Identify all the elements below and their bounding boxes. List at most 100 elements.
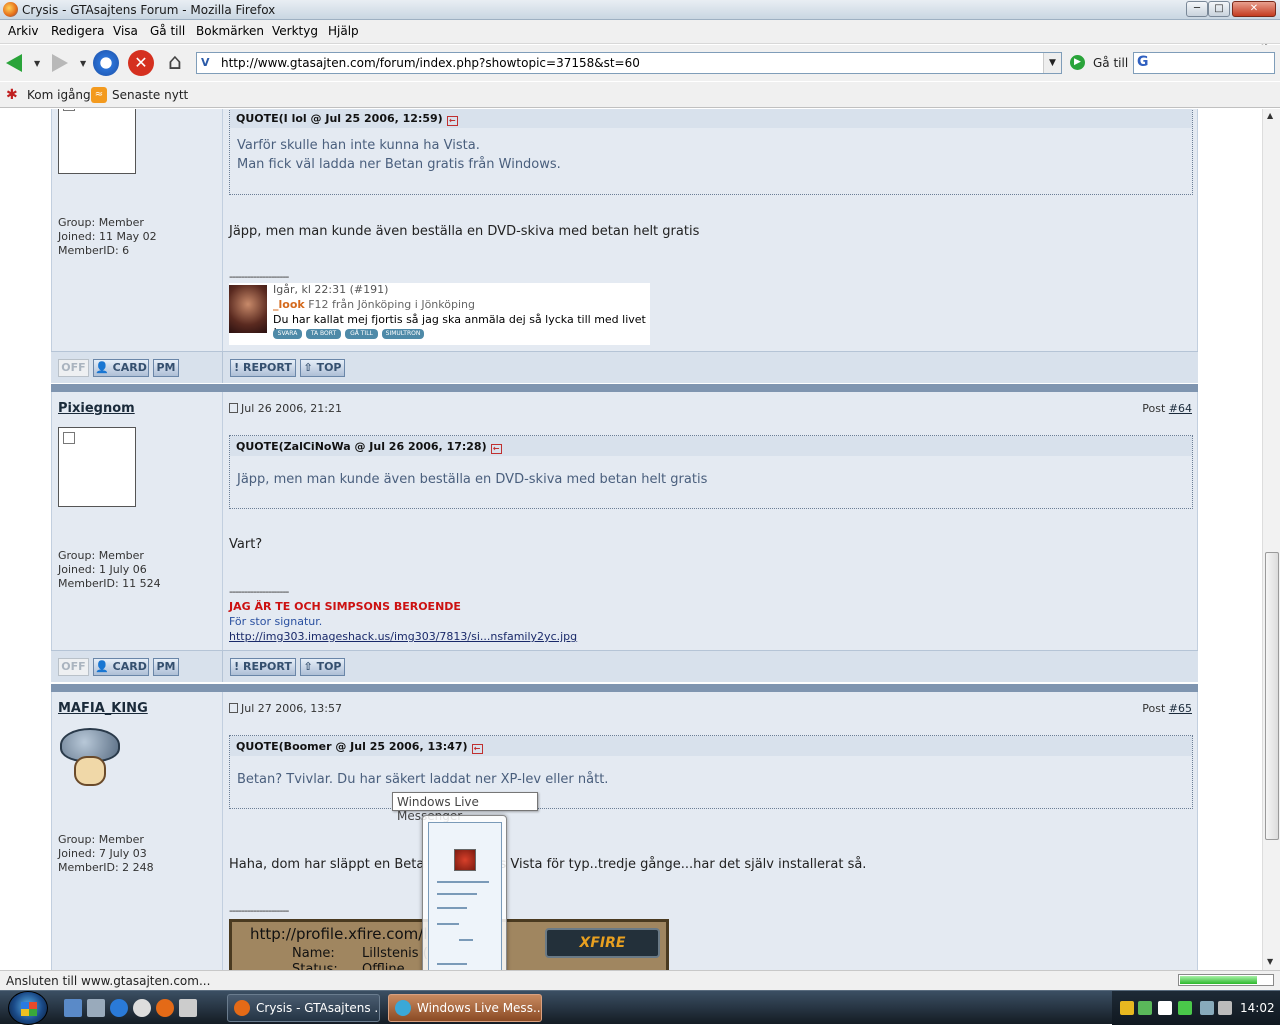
media-player-icon[interactable] <box>133 999 151 1017</box>
quote-body: Jäpp, men man kunde även beställa en DVD… <box>230 456 1192 497</box>
post-number: Post #64 <box>1142 402 1192 415</box>
quote-header-text: QUOTE(ZalCiNoWa @ Jul 26 2006, 17:28) <box>236 440 487 453</box>
signature-location: F12 från Jönköping i Jönköping <box>304 298 475 311</box>
internet-explorer-icon[interactable] <box>110 999 128 1017</box>
broken-image-icon <box>63 109 75 111</box>
quote-header-text: QUOTE(Boomer @ Jul 25 2006, 13:47) <box>236 740 468 753</box>
back-button[interactable] <box>4 50 30 76</box>
messenger-tray-icon[interactable] <box>1138 1001 1152 1015</box>
search-input[interactable]: G <box>1133 52 1275 74</box>
post-body: Jäpp, men man kunde även beställa en DVD… <box>229 224 700 239</box>
windows-logo-icon <box>21 1002 37 1016</box>
quote-body: Betan? Tvivlar. Du har säkert laddat ner… <box>230 756 1192 797</box>
google-search-icon[interactable]: G <box>1137 54 1149 70</box>
post-block: Group: Member Joined: 11 May 02 MemberID… <box>51 109 1198 351</box>
post-number: Post #65 <box>1142 702 1192 715</box>
clock[interactable]: 14:02 <box>1240 1001 1275 1015</box>
xfire-logo: XFIRE <box>545 928 660 958</box>
reload-button[interactable] <box>93 50 119 76</box>
post-block: Pixiegnom Jul 26 2006, 21:21 Post #64 Gr… <box>51 392 1198 650</box>
forward-button[interactable] <box>48 50 74 76</box>
taskbar-tooltip: Windows Live Messenger <box>392 792 538 823</box>
bookmark-kom-igang[interactable]: Kom igång <box>27 88 91 102</box>
report-button[interactable]: ! REPORT <box>230 359 296 377</box>
scroll-down-arrow-icon[interactable]: ▼ <box>1267 957 1273 966</box>
messenger-window-thumbnail[interactable] <box>422 815 507 988</box>
post-number-link[interactable]: #65 <box>1169 702 1192 715</box>
post-author-link[interactable]: MAFIA_KING <box>58 701 148 716</box>
post-author-link[interactable]: Pixiegnom <box>58 401 135 416</box>
quote-header: QUOTE(ZalCiNoWa @ Jul 26 2006, 17:28) ← <box>230 436 1192 456</box>
url-bar[interactable]: V http://www.gtasajten.com/forum/index.p… <box>196 52 1062 74</box>
menu-bokmarken[interactable]: Bokmärken <box>196 24 264 38</box>
menu-hjalp[interactable]: Hjälp <box>328 24 359 38</box>
close-button[interactable]: ✕ <box>1232 1 1276 17</box>
member-id: MemberID: 11 524 <box>58 577 161 590</box>
xfire-status-value: Offline <box>362 962 405 970</box>
security-shield-icon[interactable] <box>1120 1001 1134 1015</box>
tray-app-icon[interactable] <box>1158 1001 1172 1015</box>
signature-tag: TA BORT <box>306 329 341 339</box>
menu-verktyg[interactable]: Verktyg <box>272 24 318 38</box>
url-text[interactable]: http://www.gtasajten.com/forum/index.php… <box>221 56 640 70</box>
stop-button[interactable]: ✕ <box>128 50 154 76</box>
member-joined: Joined: 1 July 06 <box>58 563 147 576</box>
show-desktop-icon[interactable] <box>64 999 82 1017</box>
checkmark-icon[interactable] <box>1178 1001 1192 1015</box>
top-button[interactable]: ⇧ TOP <box>300 658 345 676</box>
post-date: Jul 26 2006, 21:21 <box>229 402 342 415</box>
post-page-icon <box>229 403 238 413</box>
firefox-icon <box>3 2 18 17</box>
network-icon[interactable] <box>1200 1001 1214 1015</box>
pm-button[interactable]: PM <box>153 359 179 377</box>
scrollbar-thumb[interactable] <box>1265 552 1279 840</box>
start-button[interactable] <box>8 991 48 1025</box>
quote-line: Man fick väl ladda ner Betan gratis från… <box>237 157 561 172</box>
go-button-label[interactable]: Gå till <box>1093 56 1128 70</box>
preview-line <box>437 923 459 925</box>
signature-tag: SIMULTRON <box>382 329 424 339</box>
offline-status-button: OFF <box>58 658 89 676</box>
quote-link-icon[interactable]: ← <box>446 116 458 126</box>
card-button[interactable]: 👤 CARD <box>93 359 149 377</box>
quote-body: Varför skulle han inte kunna ha Vista. M… <box>230 128 1192 182</box>
bookmark-senaste-nytt[interactable]: Senaste nytt <box>112 88 188 102</box>
mushroom-stem <box>74 756 106 786</box>
page-scrollbar[interactable]: ▲ ▼ <box>1262 109 1280 970</box>
minimize-button[interactable]: ─ <box>1186 1 1208 17</box>
messenger-preview <box>428 822 502 984</box>
menu-redigera[interactable]: Redigera <box>51 24 104 38</box>
card-button[interactable]: 👤 CARD <box>93 658 149 676</box>
pm-button[interactable]: PM <box>153 658 179 676</box>
volume-icon[interactable] <box>1218 1001 1232 1015</box>
firefox-quicklaunch-icon[interactable] <box>156 999 174 1017</box>
quote-box: QUOTE(Boomer @ Jul 25 2006, 13:47) ← Beta… <box>229 735 1193 809</box>
quote-line: Betan? Tvivlar. Du har säkert laddat ner… <box>237 772 609 787</box>
avatar <box>58 427 136 507</box>
go-icon[interactable]: ▶ <box>1070 55 1085 70</box>
maximize-button[interactable]: □ <box>1208 1 1230 17</box>
top-button[interactable]: ⇧ TOP <box>300 359 345 377</box>
scroll-up-arrow-icon[interactable]: ▲ <box>1267 111 1273 120</box>
menu-visa[interactable]: Visa <box>113 24 138 38</box>
quote-link-icon[interactable]: ← <box>490 444 502 454</box>
report-label: REPORT <box>242 361 292 374</box>
quote-link-icon[interactable]: ← <box>471 744 483 754</box>
messenger-quicklaunch-icon[interactable] <box>179 999 197 1017</box>
url-dropdown-icon[interactable]: ▼ <box>1043 53 1061 73</box>
home-button[interactable]: ⌂ <box>162 50 188 76</box>
window-titlebar: Crysis - GTAsajtens Forum - Mozilla Fire… <box>0 0 1280 20</box>
post-number-link[interactable]: #64 <box>1169 402 1192 415</box>
post-date-text: Jul 27 2006, 13:57 <box>241 702 342 715</box>
taskbar-item-firefox[interactable]: Crysis - GTAsajtens ... <box>227 994 380 1022</box>
menu-ga-till[interactable]: Gå till <box>150 24 185 38</box>
report-button[interactable]: ! REPORT <box>230 658 296 676</box>
window-title: Crysis - GTAsajtens Forum - Mozilla Fire… <box>22 3 276 17</box>
taskbar-item-messenger[interactable]: Windows Live Mess... <box>388 994 542 1022</box>
signature-link[interactable]: http://img303.imageshack.us/img303/7813/… <box>229 630 577 643</box>
switch-windows-icon[interactable] <box>87 999 105 1017</box>
post-date: Jul 27 2006, 13:57 <box>229 702 342 715</box>
quote-header: QUOTE(Boomer @ Jul 25 2006, 13:47) ← <box>230 736 1192 756</box>
member-id: MemberID: 2 248 <box>58 861 154 874</box>
menu-arkiv[interactable]: Arkiv <box>8 24 39 38</box>
